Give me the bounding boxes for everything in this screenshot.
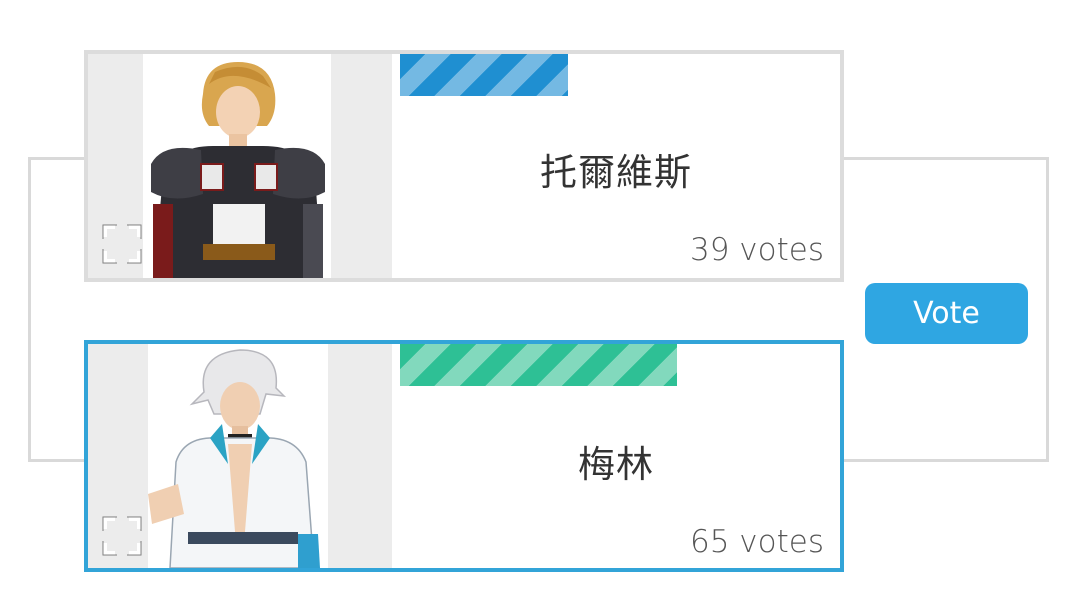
- vote-share-bar: [400, 344, 677, 386]
- candidate-card-1[interactable]: 托爾維斯 39 votes: [84, 50, 844, 282]
- candidate-card-2[interactable]: 梅林 65 votes: [84, 340, 844, 572]
- expand-image-icon[interactable]: [102, 224, 142, 264]
- candidate-portrait[interactable]: [143, 54, 331, 278]
- candidate-portrait[interactable]: [148, 344, 328, 568]
- armored-knight-portrait-icon: [151, 62, 325, 278]
- candidate-name: 托爾維斯: [540, 151, 692, 194]
- vote-count: 65 votes: [690, 524, 824, 560]
- expand-image-icon[interactable]: [102, 516, 142, 556]
- vote-share-bar: [400, 54, 568, 96]
- vote-count: 39 votes: [690, 232, 824, 268]
- white-haired-youth-portrait-icon: [148, 349, 320, 568]
- vote-button[interactable]: Vote: [865, 283, 1028, 344]
- candidate-name: 梅林: [578, 443, 654, 486]
